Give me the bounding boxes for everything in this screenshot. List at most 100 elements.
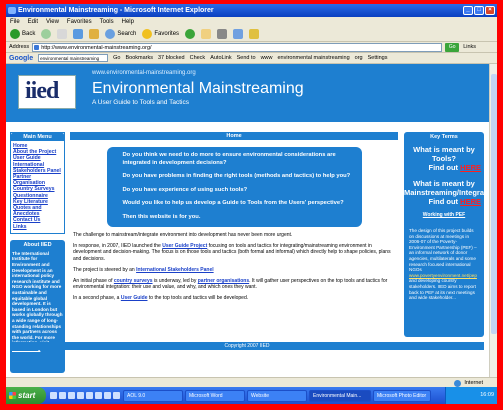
task-website[interactable]: Website bbox=[247, 389, 307, 402]
key-terms-panel: Key Terms What is meant by Tools? Find o… bbox=[404, 132, 497, 337]
search-term-www[interactable]: www bbox=[261, 55, 273, 61]
task-word[interactable]: Microsoft Word bbox=[185, 389, 245, 402]
scroll-thumb[interactable] bbox=[491, 74, 497, 334]
stop-icon[interactable] bbox=[57, 29, 68, 39]
home-content: Home Do you think we need to do more to … bbox=[70, 132, 398, 307]
menu-link-links[interactable]: Links bbox=[13, 224, 62, 230]
task-photo-editor[interactable]: Microsoft Photo Editor bbox=[373, 389, 431, 402]
pef-website-link[interactable]: www.povertyenvironment.net/pep bbox=[409, 273, 477, 278]
search-term-env[interactable]: environmental mainstreaming bbox=[277, 55, 349, 61]
task-environmental-mainstreaming[interactable]: Environmental Main... bbox=[309, 389, 371, 402]
site-footer: Copyright 2007 IIED bbox=[10, 342, 484, 350]
user-guide-project-link[interactable]: User Guide Project bbox=[162, 243, 207, 249]
intro-text: The challenge to mainstream/integrate en… bbox=[70, 232, 398, 302]
mail-icon[interactable] bbox=[201, 29, 212, 39]
menu-edit[interactable]: Edit bbox=[28, 17, 38, 27]
folder-icon[interactable] bbox=[249, 29, 260, 39]
quicklaunch-folder-icon[interactable] bbox=[104, 392, 111, 399]
standard-toolbar: Back Search Favorites bbox=[6, 27, 497, 42]
minimize-button[interactable]: _ bbox=[463, 6, 473, 15]
close-button[interactable]: × bbox=[485, 6, 495, 15]
menu-link-quotes[interactable]: Quotes and Anecdotes bbox=[13, 205, 62, 217]
favorites-button[interactable]: Favorites bbox=[142, 29, 179, 39]
mainstreaming-here-link[interactable]: HERE bbox=[460, 197, 481, 206]
main-menu-heading: Main Menu bbox=[11, 133, 64, 141]
main-menu-panel: Main Menu Home About the Project User Gu… bbox=[10, 132, 65, 234]
vertical-scrollbar[interactable] bbox=[489, 64, 497, 377]
edit-icon[interactable] bbox=[233, 29, 244, 39]
quicklaunch-excel-icon[interactable] bbox=[95, 392, 102, 399]
quicklaunch-desktop-icon[interactable] bbox=[59, 392, 66, 399]
url-input[interactable]: http://www.environmental-mainstreaming.o… bbox=[32, 42, 443, 52]
clock[interactable]: 16:09 bbox=[480, 392, 494, 398]
paragraph-3: The project is steered by an Internation… bbox=[73, 267, 398, 273]
partner-organisations-link[interactable]: partner organisations bbox=[198, 278, 249, 284]
question-5: Then this website is for you. bbox=[122, 213, 201, 220]
menu-tools[interactable]: Tools bbox=[100, 17, 114, 27]
star-icon bbox=[142, 29, 153, 39]
menu-file[interactable]: File bbox=[10, 17, 20, 27]
google-toolbar: Google environmental mainstreaming Go Bo… bbox=[6, 53, 497, 64]
quicklaunch-outlook-icon[interactable] bbox=[68, 392, 75, 399]
ie-window: Environmental Mainstreaming - Microsoft … bbox=[6, 4, 497, 404]
questions-box: Do you think we need to do more to ensur… bbox=[106, 147, 362, 227]
go-button[interactable]: Go bbox=[445, 42, 460, 52]
menu-favorites[interactable]: Favorites bbox=[67, 17, 92, 27]
back-button[interactable]: Back bbox=[10, 29, 35, 39]
user-guide-link[interactable]: User Guide bbox=[121, 295, 148, 301]
quicklaunch-word-icon[interactable] bbox=[86, 392, 93, 399]
search-label: Search bbox=[117, 31, 137, 37]
search-button[interactable]: Search bbox=[105, 29, 136, 39]
settings-button[interactable]: Settings bbox=[368, 55, 388, 61]
iied-logo[interactable]: iied bbox=[18, 75, 76, 109]
links-label[interactable]: Links bbox=[463, 44, 476, 50]
google-go-button[interactable]: Go bbox=[113, 55, 120, 61]
question-4: Would you like to help us develop a Guid… bbox=[122, 200, 344, 206]
country-surveys-link[interactable]: country surveys bbox=[114, 278, 153, 284]
check-button[interactable]: Check bbox=[190, 55, 206, 61]
p4-text-a: An initial phase of bbox=[73, 278, 113, 285]
google-logo: Google bbox=[9, 54, 34, 62]
task-aol[interactable]: AOL 9.0 bbox=[123, 389, 183, 402]
question-3: Do you have experience of using such too… bbox=[122, 186, 248, 193]
bookmarks-button[interactable]: Bookmarks bbox=[125, 55, 153, 61]
working-with-pef-link[interactable]: Working with PEF bbox=[404, 212, 484, 218]
stakeholders-panel-link[interactable]: International Stakeholders Panel bbox=[136, 267, 214, 273]
site-subtitle: A User Guide to Tools and Tactics bbox=[92, 99, 189, 106]
search-term-org[interactable]: org bbox=[355, 55, 363, 61]
main-menu-list: Home About the Project User Guide Intern… bbox=[11, 141, 64, 233]
windows-taskbar: start AOL 9.0 Microsoft Word Website Env… bbox=[6, 387, 497, 404]
title-bar: Environmental Mainstreaming - Microsoft … bbox=[6, 4, 497, 17]
quicklaunch-search-icon[interactable] bbox=[113, 392, 120, 399]
maximize-button[interactable]: □ bbox=[474, 6, 484, 15]
favorites-label: Favorites bbox=[154, 31, 180, 37]
forward-arrow-icon[interactable] bbox=[41, 29, 52, 39]
menu-link-stakeholders[interactable]: International Stakeholders Panel bbox=[13, 162, 62, 174]
quicklaunch-media-icon[interactable] bbox=[77, 392, 84, 399]
menu-help[interactable]: Help bbox=[122, 17, 134, 27]
back-label: Back bbox=[22, 31, 36, 37]
home-heading: Home bbox=[70, 132, 398, 140]
menu-link-partners[interactable]: Partner Organisation bbox=[13, 174, 62, 186]
google-search-input[interactable]: environmental mainstreaming bbox=[38, 54, 109, 62]
site-url: www.environmental-mainstreaming.org bbox=[92, 70, 196, 76]
send-to-button[interactable]: Send to bbox=[237, 55, 256, 61]
about-text: The International Institute for Environm… bbox=[12, 250, 63, 346]
home-icon[interactable] bbox=[89, 29, 100, 39]
p3-text-a: The project is steered by an bbox=[73, 266, 135, 273]
quicklaunch-ie-icon[interactable] bbox=[50, 392, 57, 399]
autolink-button[interactable]: AutoLink bbox=[210, 55, 231, 61]
menu-view[interactable]: View bbox=[46, 17, 59, 27]
globe-icon bbox=[454, 379, 462, 387]
find-out-text-2: Find out bbox=[428, 197, 459, 206]
menu-link-surveys[interactable]: Country Surveys bbox=[13, 186, 62, 192]
system-tray: 16:09 bbox=[445, 387, 497, 404]
print-icon[interactable] bbox=[217, 29, 228, 39]
start-button[interactable]: start bbox=[6, 387, 46, 404]
tools-find-out: Find out HERE bbox=[404, 163, 484, 172]
popup-blocked-button[interactable]: 37 blocked bbox=[158, 55, 185, 61]
back-arrow-icon bbox=[10, 29, 20, 39]
tools-here-link[interactable]: HERE bbox=[460, 163, 481, 172]
refresh-icon[interactable] bbox=[73, 29, 84, 39]
history-icon[interactable] bbox=[185, 29, 196, 39]
